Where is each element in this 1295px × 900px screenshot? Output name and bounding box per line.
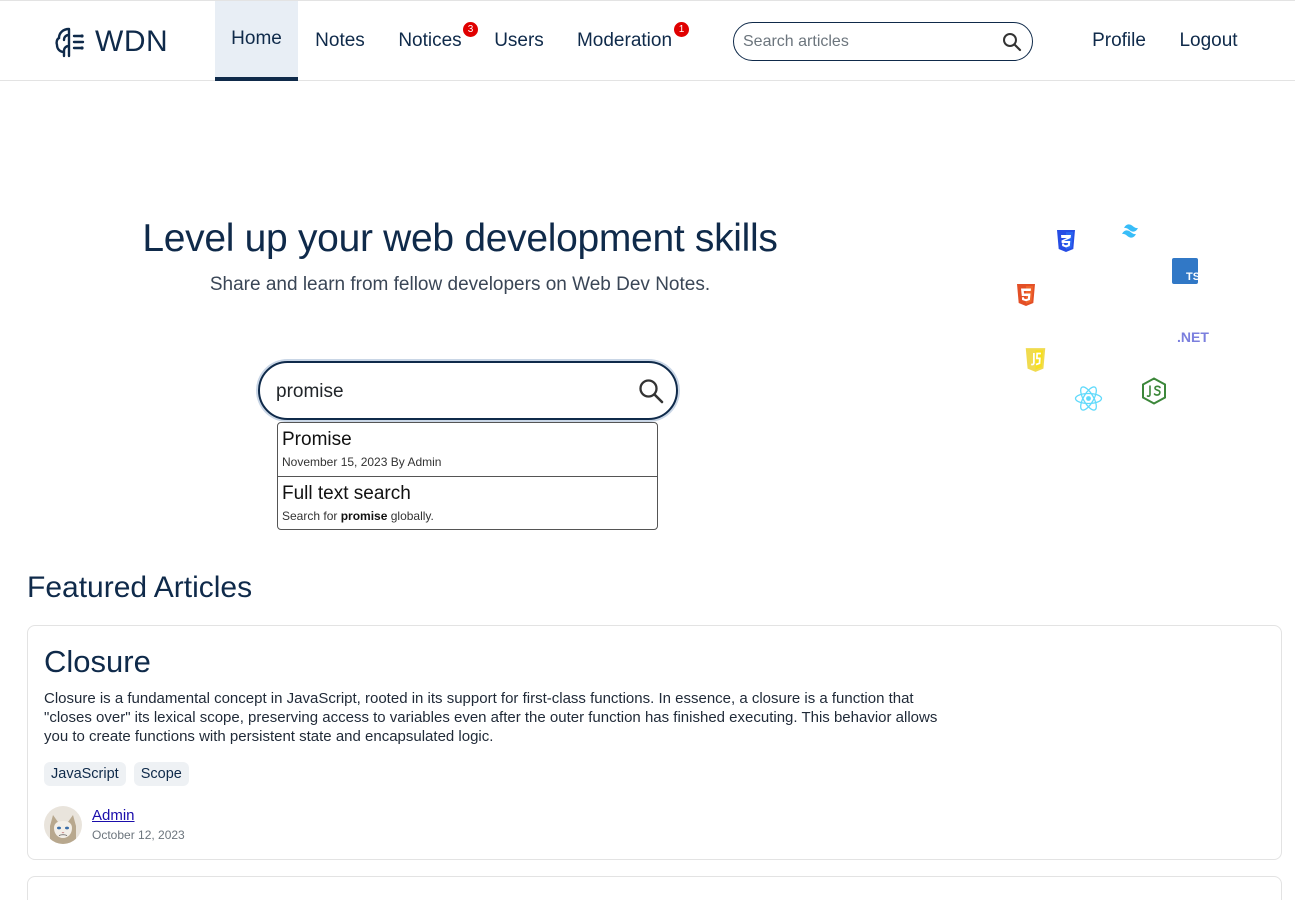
typescript-icon: TS <box>1172 258 1198 284</box>
article-tags: JavaScript Scope <box>44 762 189 786</box>
author-name-link[interactable]: Admin <box>92 807 185 824</box>
tag-scope[interactable]: Scope <box>133 762 189 786</box>
tailwind-icon <box>1122 224 1138 238</box>
search-suggestions: Promise November 15, 2023 By Admin Full … <box>277 422 658 530</box>
nav-logout[interactable]: Logout <box>1172 1 1245 81</box>
search-icon[interactable] <box>1002 32 1022 52</box>
hero-subtitle: Share and learn from fellow developers o… <box>209 274 711 295</box>
suggestion-date: November 15, 2023 <box>282 455 388 469</box>
suggestion-meta: November 15, 2023 By Admin <box>282 455 653 469</box>
suggestion-suffix: globally. <box>390 509 434 523</box>
notices-badge: 3 <box>463 22 478 37</box>
search-icon[interactable] <box>638 378 664 404</box>
featured-title: Featured Articles <box>27 571 253 604</box>
typescript-label: TS <box>1186 271 1198 283</box>
brand-link[interactable]: WDN <box>55 23 168 61</box>
nav-search-input[interactable] <box>743 31 993 53</box>
react-icon <box>1074 386 1103 411</box>
css3-icon <box>1057 230 1075 252</box>
article-excerpt: Closure is a fundamental concept in Java… <box>44 690 938 745</box>
hero-search-input[interactable] <box>276 380 616 404</box>
suggestion-meta: Search for promise globally. <box>282 509 653 523</box>
suggestion-full-text-search[interactable]: Full text search Search for promise glob… <box>278 476 657 529</box>
article-card[interactable] <box>27 876 1282 900</box>
cat-avatar-icon <box>44 806 82 844</box>
nav-users[interactable]: Users <box>487 1 551 81</box>
nav-search-box <box>733 22 1033 61</box>
suggestion-prefix: Search for <box>282 509 338 523</box>
javascript-icon <box>1025 348 1046 372</box>
nodejs-icon <box>1142 377 1166 405</box>
nav-notes[interactable]: Notes <box>306 1 374 81</box>
article-author: Admin October 12, 2023 <box>44 804 185 844</box>
suggestion-by: By <box>390 455 405 469</box>
article-card[interactable]: Closure Closure is a fundamental concept… <box>27 625 1282 860</box>
nav-notices[interactable]: Notices <box>388 1 472 81</box>
suggestion-item[interactable]: Promise November 15, 2023 By Admin <box>278 423 657 476</box>
suggestion-author: Admin <box>407 455 442 469</box>
brain-code-icon <box>55 27 85 58</box>
dotnet-label: .NET <box>1177 329 1209 345</box>
author-info: Admin October 12, 2023 <box>92 807 185 842</box>
suggestion-title: Full text search <box>282 483 411 504</box>
article-date: October 12, 2023 <box>92 827 185 842</box>
nav-moderation[interactable]: Moderation <box>568 1 681 81</box>
tag-javascript[interactable]: JavaScript <box>44 762 126 786</box>
html5-icon <box>1017 284 1035 306</box>
brand-name: WDN <box>95 25 169 58</box>
moderation-badge: 1 <box>674 22 689 37</box>
nav-home[interactable]: Home <box>215 1 298 81</box>
hero-title: Level up your web development skills <box>142 217 778 260</box>
suggestion-query: promise <box>340 509 388 523</box>
dotnet-icon: .NET <box>1177 329 1209 345</box>
hero-search-box <box>258 361 678 420</box>
top-navbar: WDN Home Notes Notices 3 Users Moderatio… <box>0 0 1295 81</box>
avatar[interactable] <box>44 806 82 844</box>
article-title[interactable]: Closure <box>44 644 151 680</box>
nav-profile[interactable]: Profile <box>1084 1 1154 81</box>
suggestion-title: Promise <box>282 429 352 450</box>
